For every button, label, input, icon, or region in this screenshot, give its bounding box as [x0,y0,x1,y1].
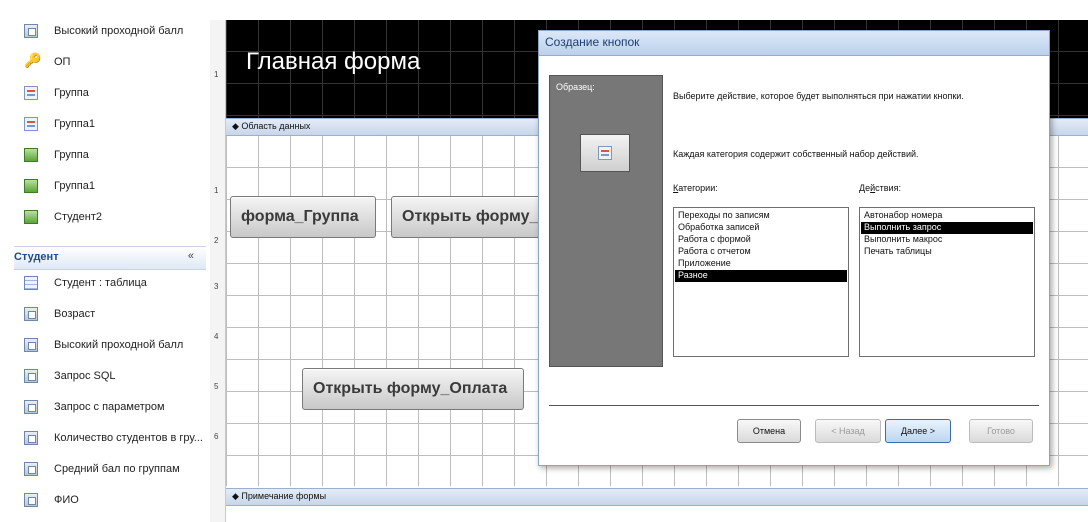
actions-label: Действия: [859,183,901,193]
nav-item[interactable]: 🔑 ОП [14,51,206,75]
query-icon [24,338,38,352]
nav-item-label: ОП [54,56,71,68]
query-icon [24,493,38,507]
sample-panel: Образец: [549,75,663,367]
list-item[interactable]: Переходы по записям [675,210,847,222]
nav-item-label: Студент : таблица [54,277,147,289]
table-icon [24,276,38,290]
cancel-button[interactable]: Отмена [737,419,801,443]
nav-item-label: Запрос с параметром [54,401,165,413]
nav-item[interactable]: Студент : таблица [14,272,206,296]
command-button-wizard: Создание кнопок Образец: Выберите действ… [538,30,1050,466]
list-item[interactable]: Приложение [675,258,847,270]
button-caption: Открыть форму_Оплата [313,380,508,397]
collapse-chevron-icon[interactable]: « [188,250,194,262]
list-item[interactable]: Автонабор номера [861,210,1033,222]
nav-item-label: Возраст [54,308,96,320]
button-caption: Открыть форму_С [402,208,541,225]
access-window: Студент « Высокий проходной балл 🔑 ОП Групп… [0,0,1088,522]
nav-item-label: Группа1 [54,118,95,130]
nav-item-label: Группа [54,149,89,161]
ruler-number: 2 [214,236,219,245]
form-group-button[interactable]: форма_Группа [230,196,376,238]
nav-item[interactable]: Запрос с параметром [14,396,206,420]
query-icon [24,24,38,38]
categories-label: Категории: [673,183,718,193]
report-icon [24,179,38,193]
list-item[interactable]: Обработка записей [675,222,847,234]
nav-item-label: Высокий проходной балл [54,25,184,37]
nav-item[interactable]: ФИО [14,489,206,513]
nav-item[interactable]: Группа [14,144,206,168]
actions-listbox[interactable]: Автонабор номера Выполнить запрос Выполнит… [859,207,1035,357]
query-icon [24,462,38,476]
list-item[interactable]: Печать таблицы [861,246,1033,258]
nav-item[interactable]: Группа1 [14,175,206,199]
list-item[interactable]: Разное [675,270,847,282]
nav-item-label: Высокий проходной балл [54,339,184,351]
query-icon [24,431,38,445]
list-item[interactable]: Работа с отчетом [675,246,847,258]
nav-item[interactable]: Количество студентов в гру... [14,427,206,451]
nav-item-label: Группа1 [54,180,95,192]
report-icon [24,148,38,162]
nav-item[interactable]: Высокий проходной балл [14,20,206,44]
nav-item-label: Количество студентов в гру... [54,432,203,444]
nav-item-label: Средний бал по группам [54,463,180,475]
category-note: Каждая категория содержит собственный на… [673,149,919,159]
list-item[interactable]: Выполнить запрос [861,222,1033,234]
footer-section-label: ◆ Примечание формы [232,491,327,501]
sample-label: Образец: [556,82,595,92]
ruler-number: 3 [214,282,219,291]
nav-item[interactable]: Средний бал по группам [14,458,206,482]
dialog-title-bar[interactable]: Создание кнопок [539,31,1049,56]
key-icon: 🔑 [24,52,42,68]
ruler-number: 4 [214,332,219,341]
nav-item[interactable]: Группа [14,82,206,106]
ruler-number: 1 [214,186,219,195]
nav-item-label: Запрос SQL [54,370,116,382]
query-icon [24,400,38,414]
form-icon [598,146,612,160]
nav-item[interactable]: Высокий проходной балл [14,334,206,358]
ruler-number: 5 [214,382,219,391]
nav-item-label: ФИО [54,494,79,506]
ruler-number: 1 [214,70,219,79]
dialog-title: Создание кнопок [545,35,640,49]
open-form-s-button[interactable]: Открыть форму_С [391,196,541,238]
query-icon [24,369,38,383]
finish-button[interactable]: Готово [969,419,1033,443]
nav-item-label: Группа [54,87,89,99]
instruction-text: Выберите действие, которое будет выполня… [673,91,964,101]
list-item[interactable]: Выполнить макрос [861,234,1033,246]
nav-item[interactable]: Студент2 [14,206,206,230]
navigation-pane: Студент « Высокий проходной балл 🔑 ОП Групп… [14,20,206,522]
dialog-separator [549,405,1039,406]
open-form-payment-button[interactable]: Открыть форму_Оплата [302,368,524,410]
button-caption: форма_Группа [241,208,359,225]
sample-button-preview [580,134,630,172]
form-icon [24,117,38,131]
next-button[interactable]: Далее > [885,419,951,443]
back-button[interactable]: < Назад [815,419,881,443]
form-title-label[interactable]: Главная форма [246,48,420,76]
nav-item[interactable]: Запрос SQL [14,365,206,389]
vertical-ruler: 1 1 2 3 4 5 6 [210,20,226,522]
report-icon [24,210,38,224]
nav-item-label: Студент2 [54,211,103,223]
ruler-number: 6 [214,432,219,441]
nav-item[interactable]: Группа1 [14,113,206,137]
categories-listbox[interactable]: Переходы по записям Обработка записей Рабо… [673,207,849,357]
nav-group-header[interactable]: Студент « [14,246,206,270]
footer-section-bar[interactable]: ◆ Примечание формы [226,488,1088,506]
query-icon [24,307,38,321]
detail-section-label: ◆ Область данных [232,121,311,131]
list-item[interactable]: Работа с формой [675,234,847,246]
nav-item[interactable]: Возраст [14,303,206,327]
nav-group-title: Студент [14,251,59,263]
form-icon [24,86,38,100]
